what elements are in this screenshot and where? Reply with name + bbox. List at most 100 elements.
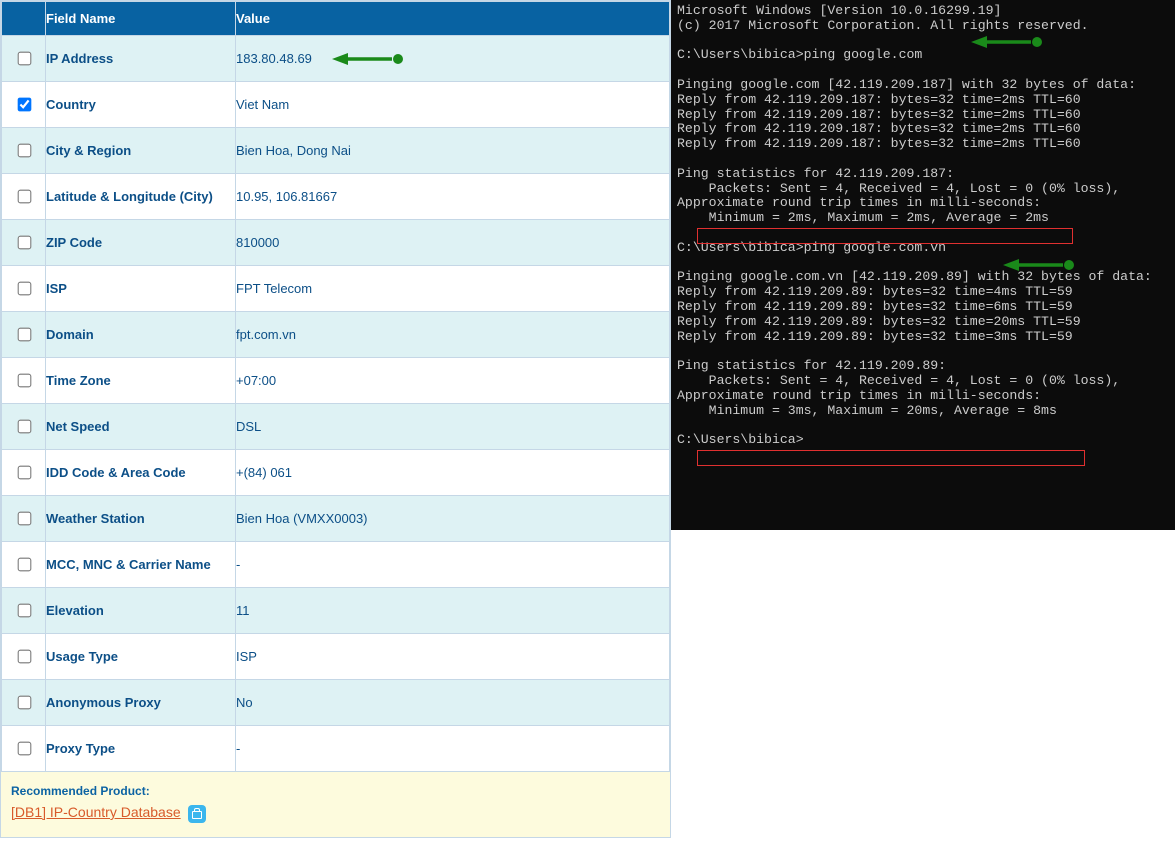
field-value-cell: FPT Telecom [236, 266, 670, 312]
field-value-cell: 183.80.48.69 [236, 36, 670, 82]
ip-info-table: Field Name Value IP Address183.80.48.69C… [1, 1, 670, 772]
table-row: ISPFPT Telecom [2, 266, 670, 312]
field-name-cell: Latitude & Longitude (City) [46, 174, 236, 220]
row-checkbox-cell [2, 312, 46, 358]
row-checkbox[interactable] [17, 236, 31, 250]
field-value-text: 10.95, 106.81667 [236, 189, 337, 204]
arrow-annotation-icon [332, 52, 406, 66]
field-value-text: ISP [236, 649, 257, 664]
main-container: Field Name Value IP Address183.80.48.69C… [0, 0, 1175, 838]
row-checkbox-cell [2, 680, 46, 726]
row-checkbox[interactable] [17, 144, 31, 158]
field-name-cell: IDD Code & Area Code [46, 450, 236, 496]
field-name-cell: Proxy Type [46, 726, 236, 772]
table-row: Latitude & Longitude (City)10.95, 106.81… [2, 174, 670, 220]
row-checkbox[interactable] [17, 512, 31, 526]
field-name-cell: ZIP Code [46, 220, 236, 266]
header-field-name: Field Name [46, 2, 236, 36]
table-row: Weather StationBien Hoa (VMXX0003) [2, 496, 670, 542]
field-value-cell: 10.95, 106.81667 [236, 174, 670, 220]
table-row: MCC, MNC & Carrier Name- [2, 542, 670, 588]
field-name-cell: Domain [46, 312, 236, 358]
row-checkbox-cell [2, 82, 46, 128]
field-name-cell: Usage Type [46, 634, 236, 680]
row-checkbox[interactable] [17, 466, 31, 480]
field-value-cell: Viet Nam [236, 82, 670, 128]
row-checkbox-cell [2, 450, 46, 496]
row-checkbox-cell [2, 174, 46, 220]
field-name-cell: Anonymous Proxy [46, 680, 236, 726]
field-name-cell: MCC, MNC & Carrier Name [46, 542, 236, 588]
row-checkbox-cell [2, 726, 46, 772]
row-checkbox[interactable] [17, 650, 31, 664]
terminal-text: Microsoft Windows [Version 10.0.16299.19… [677, 4, 1169, 448]
recommended-label: Recommended Product: [11, 784, 660, 798]
row-checkbox[interactable] [17, 604, 31, 618]
field-value-text: FPT Telecom [236, 281, 312, 296]
field-name-cell: Country [46, 82, 236, 128]
table-row: Usage TypeISP [2, 634, 670, 680]
table-row: CountryViet Nam [2, 82, 670, 128]
field-value-text: +(84) 061 [236, 465, 292, 480]
row-checkbox-cell [2, 404, 46, 450]
field-value-text: Bien Hoa (VMXX0003) [236, 511, 368, 526]
table-row: IP Address183.80.48.69 [2, 36, 670, 82]
field-name-cell: City & Region [46, 128, 236, 174]
header-checkbox-col [2, 2, 46, 36]
field-value-cell: ISP [236, 634, 670, 680]
row-checkbox[interactable] [17, 328, 31, 342]
table-row: Elevation11 [2, 588, 670, 634]
table-row: Proxy Type- [2, 726, 670, 772]
field-value-cell: - [236, 726, 670, 772]
arrow-annotation-icon [971, 35, 1045, 54]
field-value-text: Bien Hoa, Dong Nai [236, 143, 351, 158]
field-value-cell: 11 [236, 588, 670, 634]
ip-info-panel: Field Name Value IP Address183.80.48.69C… [0, 0, 671, 838]
row-checkbox[interactable] [17, 52, 31, 66]
row-checkbox[interactable] [17, 282, 31, 296]
table-row: Time Zone+07:00 [2, 358, 670, 404]
arrow-annotation-icon [1003, 258, 1077, 277]
row-checkbox[interactable] [17, 420, 31, 434]
field-value-text: fpt.com.vn [236, 327, 296, 342]
field-name-cell: Net Speed [46, 404, 236, 450]
field-value-text: 810000 [236, 235, 279, 250]
row-checkbox[interactable] [17, 374, 31, 388]
field-value-text: 11 [236, 603, 250, 618]
field-name-cell: IP Address [46, 36, 236, 82]
recommended-link[interactable]: [DB1] IP-Country Database [11, 804, 181, 820]
row-checkbox-cell [2, 220, 46, 266]
table-row: Domainfpt.com.vn [2, 312, 670, 358]
field-value-text: Viet Nam [236, 97, 289, 112]
row-checkbox-cell [2, 542, 46, 588]
field-value-cell: fpt.com.vn [236, 312, 670, 358]
right-panel: Microsoft Windows [Version 10.0.16299.19… [671, 0, 1175, 838]
field-value-text: +07:00 [236, 373, 276, 388]
table-row: ZIP Code810000 [2, 220, 670, 266]
field-value-text: - [236, 741, 240, 756]
row-checkbox[interactable] [17, 98, 31, 112]
table-row: Net SpeedDSL [2, 404, 670, 450]
row-checkbox-cell [2, 588, 46, 634]
field-value-cell: +(84) 061 [236, 450, 670, 496]
field-value-cell: Bien Hoa (VMXX0003) [236, 496, 670, 542]
field-value-cell: Bien Hoa, Dong Nai [236, 128, 670, 174]
header-value: Value [236, 2, 670, 36]
row-checkbox-cell [2, 36, 46, 82]
cart-icon[interactable] [188, 805, 206, 823]
field-value-text: DSL [236, 419, 261, 434]
recommended-panel: Recommended Product: [DB1] IP-Country Da… [1, 772, 670, 837]
field-value-cell: +07:00 [236, 358, 670, 404]
field-value-text: No [236, 695, 253, 710]
row-checkbox[interactable] [17, 190, 31, 204]
field-name-cell: Time Zone [46, 358, 236, 404]
row-checkbox[interactable] [17, 558, 31, 572]
table-row: City & RegionBien Hoa, Dong Nai [2, 128, 670, 174]
row-checkbox[interactable] [17, 696, 31, 710]
row-checkbox-cell [2, 128, 46, 174]
field-name-cell: Elevation [46, 588, 236, 634]
row-checkbox-cell [2, 634, 46, 680]
row-checkbox[interactable] [17, 742, 31, 756]
field-name-cell: Weather Station [46, 496, 236, 542]
field-value-cell: 810000 [236, 220, 670, 266]
